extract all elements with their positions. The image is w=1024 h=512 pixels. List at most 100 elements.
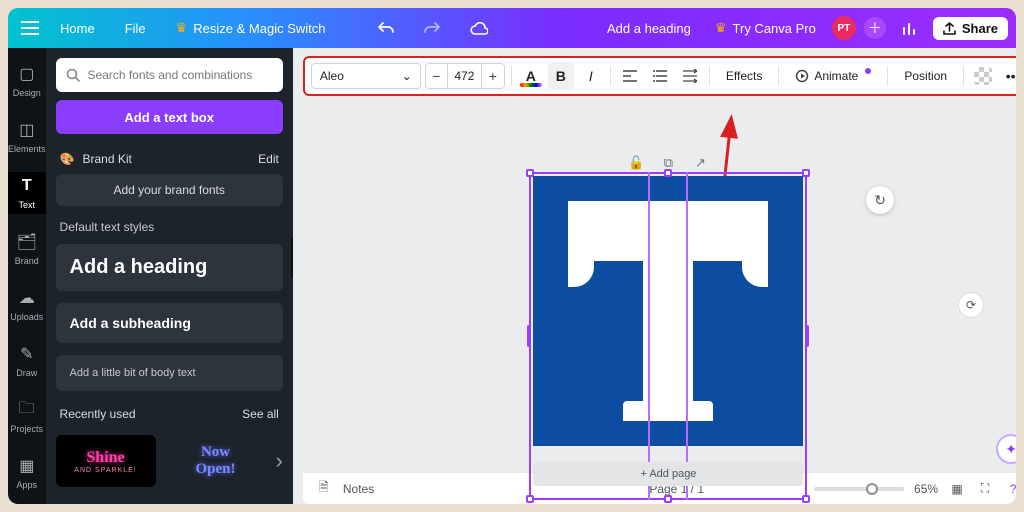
cloud-icon [470,22,488,35]
resize-handle[interactable] [805,325,809,347]
hamburger-icon [21,21,39,35]
crown-icon: ♛ [176,20,188,36]
resize-button[interactable]: ♛ Resize & Magic Switch [168,16,334,40]
insights-button[interactable] [894,17,925,40]
brand-kit-edit[interactable]: Edit [258,152,279,166]
file-button[interactable]: File [117,17,154,40]
menu-button[interactable] [16,14,44,42]
rail-label: Uploads [10,312,43,322]
rail-uploads[interactable]: ☁Uploads [8,284,46,326]
more-button[interactable]: ••• [1000,63,1016,89]
align-button[interactable] [617,63,643,89]
resize-handle[interactable] [802,169,810,177]
brand-kit-label: Brand Kit [82,152,131,166]
search-icon [66,68,80,82]
font-size-value[interactable]: 472 [448,63,482,89]
animate-icon [795,69,809,83]
font-size-increase[interactable]: + [482,63,504,89]
rail-label: Text [19,200,36,210]
help-button[interactable]: ? [1004,482,1016,496]
palette-icon: 🎨 [60,152,75,166]
list-button[interactable] [647,63,673,89]
notes-icon: 🗎 [315,478,333,499]
try-pro-label: Try Canva Pro [733,21,816,36]
add-heading-prompt[interactable]: Add a heading [599,17,699,40]
cloud-sync-button[interactable] [462,18,496,39]
rotate-handle[interactable]: ⟳ [958,292,984,318]
spacing-button[interactable] [677,63,703,89]
font-selector[interactable]: Aleo ⌄ [311,63,421,89]
text-color-button[interactable]: A [518,63,544,89]
recent-row: Recently used See all [46,399,293,429]
bold-button[interactable]: B [548,63,574,89]
spacing-icon [683,69,697,83]
resize-handle[interactable] [526,495,534,503]
brand-kit-row[interactable]: 🎨 Brand Kit Edit [46,144,293,174]
home-button[interactable]: Home [52,17,103,40]
resize-handle[interactable] [526,169,534,177]
add-text-box-button[interactable]: Add a text box [56,100,283,134]
apps-icon: ▦ [17,456,37,476]
resize-handle[interactable] [527,325,531,347]
lock-button[interactable]: 🔓 [625,152,647,174]
rail-elements[interactable]: ◫Elements [8,116,46,158]
undo-button[interactable] [370,17,402,39]
draw-icon: ✎ [17,344,37,364]
text-cursor-guides [648,172,688,500]
grid-view-button[interactable]: ▦ [948,482,966,496]
redo-icon [424,21,440,35]
transparency-button[interactable] [970,63,996,89]
duplicate-button[interactable]: ⧉ [657,152,679,174]
search-input[interactable]: Search fonts and combinations [56,58,283,92]
add-button[interactable]: ＋ [864,17,886,39]
avatar[interactable]: PT [832,16,856,40]
font-size-decrease[interactable]: − [426,63,448,89]
zoom-knob[interactable] [866,483,878,495]
animate-button[interactable]: Animate [785,63,881,89]
add-body-card[interactable]: Add a little bit of body text [56,355,283,391]
add-brand-fonts-button[interactable]: Add your brand fonts [56,174,283,206]
share-button[interactable]: Share [933,17,1008,40]
design-icon: ▢ [17,64,37,84]
heading-sample: Add a heading [70,256,269,279]
canvas-stage[interactable]: 🔓 ⧉ ↗ [293,96,1016,472]
brand-icon: 🗂 [17,232,37,252]
try-pro-button[interactable]: ♛ Try Canva Pro [707,16,824,40]
recent-thumb-now-open[interactable]: Now Open! [166,435,266,487]
resize-handle[interactable] [802,495,810,503]
recent-thumb-shine[interactable]: Shine AND SPARKLE! [56,435,156,487]
effects-button[interactable]: Effects [716,63,772,89]
add-page-button[interactable]: + Add page [533,462,803,486]
zoom-value[interactable]: 65% [914,482,938,496]
open-button[interactable]: ↗ [689,152,711,174]
rail-draw[interactable]: ✎Draw [8,340,46,382]
checker-icon [974,67,992,85]
rail-apps[interactable]: ▦Apps [8,452,46,494]
add-heading-card[interactable]: Add a heading [56,244,283,291]
subheading-sample: Add a subheading [70,315,269,331]
see-all-link[interactable]: See all [242,407,279,421]
position-button[interactable]: Position [894,63,957,89]
fullscreen-button[interactable]: ⛶ [976,481,994,496]
thumb-text: Shine [86,449,124,467]
rail-brand[interactable]: 🗂Brand [8,228,46,270]
thumb-text: Open! [196,461,236,478]
rail-text[interactable]: TText [8,172,46,214]
recent-label: Recently used [60,407,136,421]
redo-button[interactable] [416,17,448,39]
body-sample: Add a little bit of body text [70,367,269,379]
regenerate-button[interactable]: ↻ [866,186,894,214]
thumb-text: Now [201,444,230,461]
list-icon [653,70,667,82]
element-controls: 🔓 ⧉ ↗ [625,152,711,174]
recent-next-button[interactable]: › [276,448,283,474]
zoom-slider[interactable] [814,487,904,491]
rail-design[interactable]: ▢Design [8,60,46,102]
rail-projects[interactable]: 🗀Projects [8,396,46,438]
notes-button[interactable]: Notes [343,482,374,496]
share-icon [943,22,956,35]
canvas-area: Aleo ⌄ − 472 + A B I Effects [293,48,1016,504]
add-subheading-card[interactable]: Add a subheading [56,303,283,343]
italic-button[interactable]: I [578,63,604,89]
chevron-down-icon: ⌄ [402,69,412,83]
